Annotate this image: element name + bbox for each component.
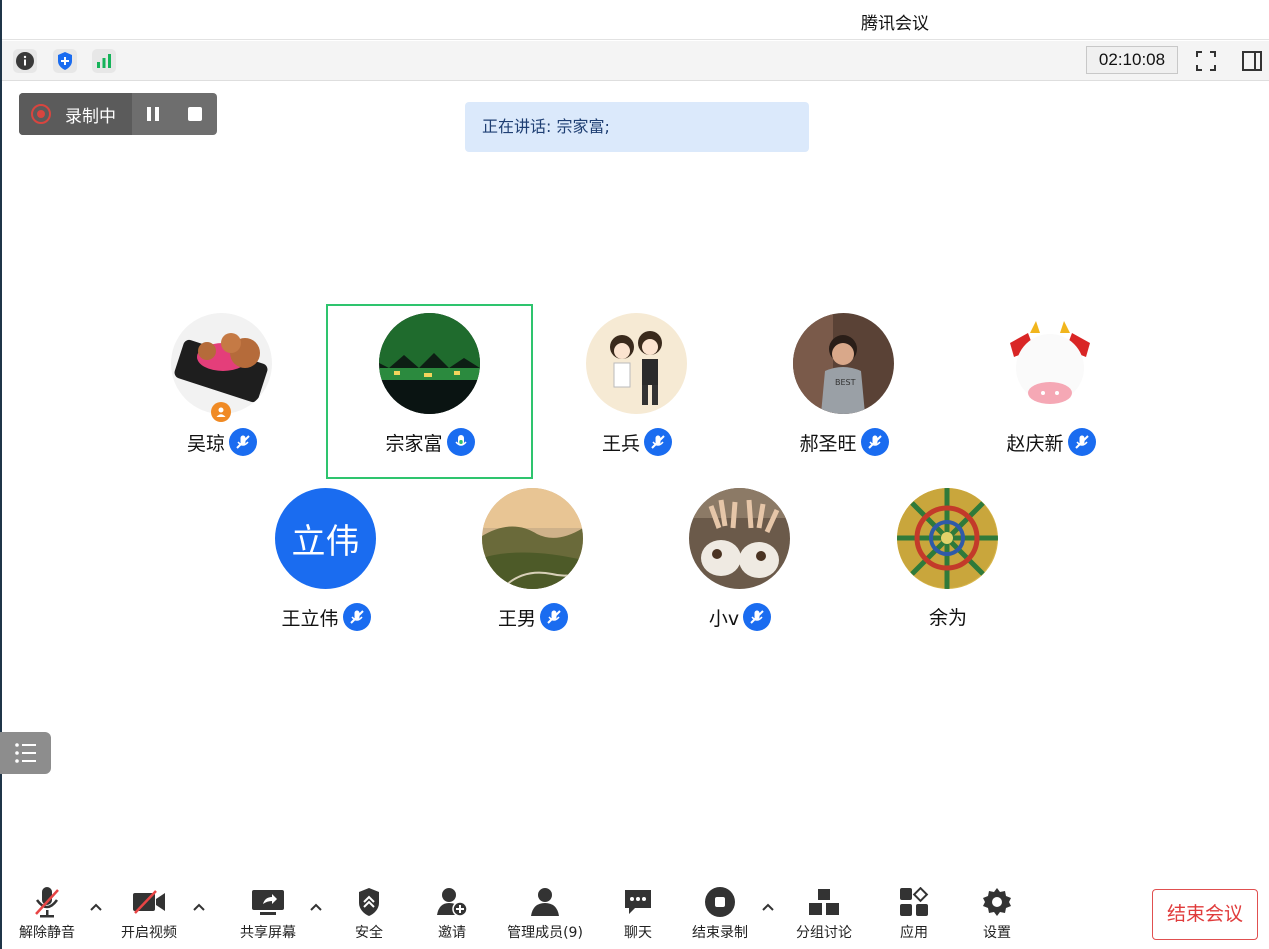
apps-button[interactable]: 应用 <box>892 884 936 942</box>
recording-control: 录制中 <box>19 93 217 135</box>
recording-status: 录制中 <box>19 93 132 135</box>
invite-button[interactable]: 邀请 <box>430 884 474 942</box>
share-options-chevron-up-icon[interactable] <box>309 900 323 914</box>
sidebar-toggle-icon[interactable] <box>1240 49 1264 73</box>
mic-muted-icon <box>229 428 257 456</box>
settings-button[interactable]: 设置 <box>975 884 1019 942</box>
avatar <box>482 488 583 589</box>
security-button[interactable]: 安全 <box>347 884 391 942</box>
unmute-button[interactable]: 解除静音 <box>16 884 78 942</box>
participant-name: 吴琼 <box>186 432 225 455</box>
avatar: 立伟 <box>275 488 376 589</box>
avatar <box>171 313 272 414</box>
host-badge-icon <box>211 402 231 422</box>
participant-name: 王兵 <box>601 432 640 455</box>
meeting-timer: 02:10:08 <box>1086 46 1178 74</box>
participant-tile[interactable]: 余为 <box>845 480 1051 650</box>
audio-options-chevron-up-icon[interactable] <box>89 900 103 914</box>
participant-tile[interactable]: 吴琼 <box>119 305 325 475</box>
avatar-initials: 立伟 <box>291 522 360 562</box>
chat-bubble-icon <box>616 884 660 920</box>
avatar <box>379 313 480 414</box>
participant-name: 郝圣旺 <box>799 432 857 455</box>
participant-tile[interactable]: 赵庆新 <box>948 305 1154 475</box>
breakout-rooms-button[interactable]: 分组讨论 <box>792 884 856 942</box>
mic-muted-icon <box>644 428 672 456</box>
manage-members-button[interactable]: 管理成员(9) <box>502 884 588 942</box>
avatar: BEST <box>793 313 894 414</box>
record-options-chevron-up-icon[interactable] <box>761 900 775 914</box>
recording-dot-icon <box>31 104 51 124</box>
participant-tile[interactable]: 小v <box>637 480 843 650</box>
window-title: 腾讯会议 <box>861 14 929 34</box>
stop-record-icon <box>688 884 752 920</box>
chat-button[interactable]: 聊天 <box>616 884 660 942</box>
info-icon[interactable] <box>13 49 37 73</box>
security-shield-icon <box>347 884 391 920</box>
window-edge <box>0 0 2 949</box>
participant-name: 王男 <box>497 607 536 630</box>
video-off-icon <box>118 884 180 920</box>
speaking-indicator: 正在讲话: 宗家富; <box>465 102 809 152</box>
mic-muted-icon <box>342 603 371 631</box>
start-video-button[interactable]: 开启视频 <box>118 884 180 942</box>
gear-icon <box>975 884 1019 920</box>
mic-off-icon <box>16 884 78 920</box>
share-screen-button[interactable]: 共享屏幕 <box>236 884 300 942</box>
mic-muted-icon <box>1067 428 1096 456</box>
security-shield-icon[interactable] <box>53 49 77 73</box>
stop-recording-button[interactable] <box>174 93 216 135</box>
participant-list-toggle-button[interactable] <box>0 732 51 774</box>
avatar <box>897 488 998 589</box>
participant-name: 王立伟 <box>281 607 339 630</box>
stop-recording-toolbar-button[interactable]: 结束录制 <box>688 884 752 942</box>
recording-label: 录制中 <box>65 106 116 127</box>
participant-name: 余为 <box>928 607 967 629</box>
participant-name: 宗家富 <box>385 432 443 455</box>
end-meeting-button[interactable]: 结束会议 <box>1152 889 1258 940</box>
mic-muted-icon <box>860 428 889 456</box>
video-options-chevron-up-icon[interactable] <box>192 900 206 914</box>
signal-bars-icon[interactable] <box>92 49 116 73</box>
pause-recording-button[interactable] <box>132 93 174 135</box>
participant-tile[interactable]: 宗家富 <box>327 305 533 475</box>
participant-tile[interactable]: 立伟 王立伟 <box>223 480 429 650</box>
participant-tile[interactable]: 王男 <box>430 480 636 650</box>
title-bar: 腾讯会议 <box>2 0 1269 40</box>
participant-tile[interactable]: 王兵 <box>534 305 740 475</box>
avatar <box>689 488 790 589</box>
status-bar: 02:10:08 <box>2 41 1269 81</box>
participant-name: 小v <box>708 607 740 630</box>
apps-icon <box>892 884 936 920</box>
share-screen-icon <box>236 884 300 920</box>
members-icon <box>502 884 588 920</box>
participant-tile[interactable]: BEST 郝圣旺 <box>741 305 947 475</box>
fullscreen-icon[interactable] <box>1194 49 1218 73</box>
bottom-toolbar: 解除静音 开启视频 共享屏幕 安全 邀请 管理成员(9) 聊天 结束录制 分组讨… <box>2 870 1269 949</box>
avatar <box>586 313 687 414</box>
mic-muted-icon <box>743 603 772 631</box>
avatar <box>1000 313 1101 414</box>
invite-user-icon <box>430 884 474 920</box>
mic-muted-icon <box>540 603 568 631</box>
svg-text:BEST: BEST <box>835 378 856 387</box>
mic-active-icon <box>446 428 475 456</box>
breakout-grid-icon <box>792 884 856 920</box>
participant-name: 赵庆新 <box>1006 432 1064 455</box>
